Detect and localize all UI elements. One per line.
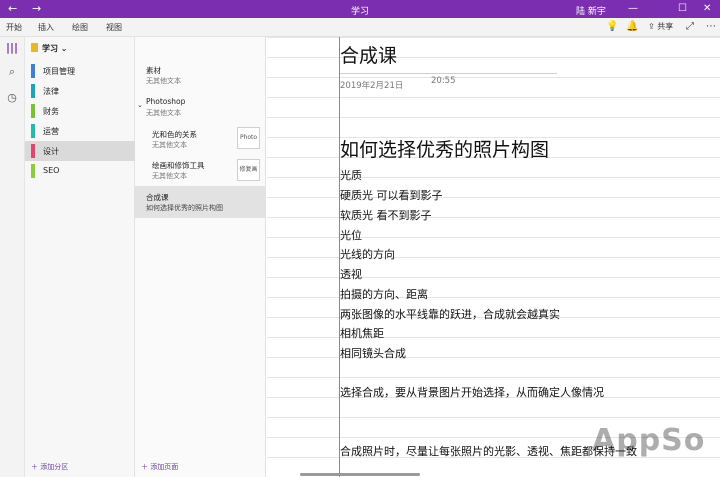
add-page-button[interactable]: ＋ 添加页面 — [141, 462, 178, 472]
recent-clock-icon[interactable]: ◷ — [5, 91, 19, 105]
page-subtitle: 无其他文本 — [152, 141, 187, 149]
subpage-item[interactable]: 绘画和修饰工具 无其他文本 修复画 — [135, 155, 266, 185]
section-item[interactable]: 财务 — [25, 101, 135, 121]
note-line[interactable]: 相同镜头合成 — [340, 345, 406, 361]
page-item[interactable]: 素材 无其他文本 — [135, 59, 266, 89]
note-canvas[interactable]: 合成课 2019年2月21日 20:55 如何选择优秀的照片构图 光质 硬质光 … — [267, 37, 720, 477]
page-subtitle: 如何选择优秀的照片构图 — [146, 204, 223, 212]
minimize-icon[interactable]: — — [628, 3, 638, 15]
share-label: 共享 — [657, 22, 674, 31]
forward-arrow-icon[interactable]: → — [32, 2, 41, 16]
lightbulb-icon[interactable]: 💡 — [606, 21, 618, 33]
section-item[interactable]: 法律 — [25, 81, 135, 101]
title-bar: ← → 学习 陆 新宇 — ☐ ✕ — [0, 0, 720, 18]
notebook-name: 学习 — [42, 44, 58, 53]
title-underline — [340, 73, 557, 74]
note-line[interactable]: 光位 — [340, 227, 362, 243]
section-item[interactable]: 项目管理 — [25, 61, 135, 81]
menu-view[interactable]: 视图 — [106, 22, 122, 33]
menu-bar: 开始 插入 绘图 视图 💡 🔔 ⇪ 共享 ⤢ ⋯ — [0, 18, 720, 37]
note-line[interactable]: 两张图像的水平线靠的跃进，合成就会越真实 — [340, 306, 560, 322]
bell-icon[interactable]: 🔔 — [626, 21, 638, 33]
page-subtitle: 无其他文本 — [152, 172, 187, 180]
maximize-icon[interactable]: ☐ — [678, 3, 687, 15]
chevron-down-icon[interactable]: ⌄ — [137, 101, 143, 109]
section-label: SEO — [43, 166, 60, 175]
menu-draw[interactable]: 绘图 — [72, 22, 88, 33]
sections-pane: 学习 ⌄ 项目管理 法律 财务 运营 设计 SEO ＋ 添加分区 — [25, 37, 135, 477]
add-page-label: 添加页面 — [150, 463, 179, 471]
page-item-selected[interactable]: 合成课 如何选择优秀的照片构图 — [135, 186, 266, 218]
page-thumbnail: Photo — [237, 127, 260, 149]
note-line[interactable]: 透视 — [340, 266, 362, 282]
page-thumbnail: 修复画 — [237, 159, 260, 181]
menu-home[interactable]: 开始 — [6, 22, 22, 33]
section-color-tab — [31, 84, 35, 98]
notebook-selector[interactable]: 学习 ⌄ — [31, 43, 68, 54]
notebooks-icon[interactable]: ||| — [5, 41, 19, 55]
share-button[interactable]: ⇪ 共享 — [648, 21, 673, 33]
page-date: 2019年2月21日 — [340, 81, 404, 91]
expand-icon[interactable]: ⤢ — [686, 21, 694, 33]
page-title-label: 素材 — [146, 66, 161, 75]
page-title[interactable]: 合成课 — [340, 41, 397, 68]
user-name[interactable]: 陆 新宇 — [576, 4, 606, 17]
window-title: 学习 — [350, 7, 369, 17]
section-item[interactable]: 运营 — [25, 121, 135, 141]
section-color-tab — [31, 144, 35, 158]
add-section-button[interactable]: ＋ 添加分区 — [31, 462, 68, 472]
section-color-tab — [31, 124, 35, 138]
section-label: 项目管理 — [43, 67, 75, 76]
section-label: 运营 — [43, 127, 59, 136]
section-label: 财务 — [43, 107, 59, 116]
pages-pane: 素材 无其他文本 ⌄ Photoshop 无其他文本 光和色的关系 无其他文本 … — [135, 37, 266, 477]
note-line[interactable]: 拍摄的方向、距离 — [340, 286, 428, 302]
back-arrow-icon[interactable]: ← — [8, 2, 17, 16]
subpage-item[interactable]: 光和色的关系 无其他文本 Photo — [135, 123, 266, 153]
page-title-label: 光和色的关系 — [152, 130, 197, 139]
note-line[interactable]: 光线的方向 — [340, 246, 395, 262]
appso-watermark: AppSo — [592, 423, 706, 458]
note-line[interactable]: 软质光 看不到影子 — [340, 207, 432, 223]
search-icon[interactable]: ⌕ — [5, 65, 19, 79]
section-label: 设计 — [43, 147, 59, 156]
page-title-label: 合成课 — [146, 193, 169, 202]
note-line[interactable]: 硬质光 可以看到影子 — [340, 187, 443, 203]
section-color-tab — [31, 104, 35, 118]
page-title-label: Photoshop — [146, 97, 186, 106]
notebook-icon — [31, 43, 38, 52]
add-section-label: 添加分区 — [40, 463, 69, 471]
note-line[interactable]: 选择合成，要从背景图片开始选择，从而确定人像情况 — [340, 384, 604, 400]
more-icon[interactable]: ⋯ — [706, 21, 716, 33]
page-title-label: 绘画和修饰工具 — [152, 161, 205, 170]
section-label: 法律 — [43, 87, 59, 96]
section-item[interactable]: SEO — [25, 161, 135, 181]
section-item-selected[interactable]: 设计 — [25, 141, 135, 161]
page-item[interactable]: ⌄ Photoshop 无其他文本 — [135, 93, 266, 123]
note-heading[interactable]: 如何选择优秀的照片构图 — [340, 135, 549, 162]
page-subtitle: 无其他文本 — [146, 109, 181, 117]
menu-insert[interactable]: 插入 — [38, 22, 54, 33]
section-color-tab — [31, 164, 35, 178]
horizontal-scrollbar[interactable] — [300, 473, 420, 476]
nav-rail: ||| ⌕ ◷ — [0, 37, 25, 477]
note-line[interactable]: 光质 — [340, 167, 362, 183]
close-icon[interactable]: ✕ — [703, 3, 711, 15]
section-color-tab — [31, 64, 35, 78]
page-time: 20:55 — [431, 76, 456, 86]
note-line[interactable]: 相机焦距 — [340, 325, 384, 341]
page-subtitle: 无其他文本 — [146, 77, 181, 85]
